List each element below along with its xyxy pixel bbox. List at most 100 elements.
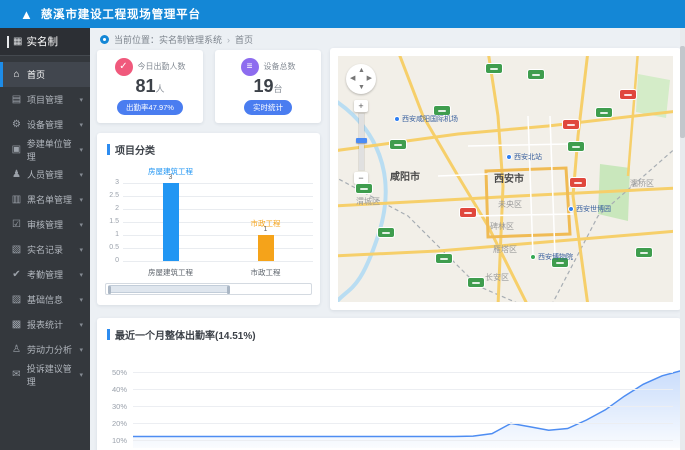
map-zoom-slider-thumb[interactable]	[355, 138, 367, 143]
map-zoom-slider[interactable]	[355, 114, 367, 170]
sidebar-item-complaint[interactable]: ✉ 投诉建议管理 ▾	[0, 362, 90, 387]
chevron-down-icon: ▾	[79, 296, 83, 304]
scrollbar-thumb[interactable]	[680, 46, 685, 138]
sidebar-accent-bar	[7, 35, 9, 48]
bar-chart-title: 项目分类	[115, 146, 155, 157]
audit-icon: ☑	[12, 219, 21, 230]
attendance-icon: ✔	[12, 269, 21, 280]
home-icon: ⌂	[13, 69, 20, 80]
road-shield-green	[378, 228, 394, 237]
stat-badge[interactable]: 实时统计	[244, 100, 292, 116]
poi-marker-icon	[568, 206, 574, 212]
sidebar-item-realname-record[interactable]: ▧ 实名记录 ▾	[0, 237, 90, 262]
page-scrollbar[interactable]	[680, 28, 685, 450]
check-icon: ✓	[114, 57, 133, 76]
map-label-city: 咸阳市	[390, 172, 420, 183]
sidebar-item-personnel[interactable]: ♟ 人员管理 ▾	[0, 162, 90, 187]
personnel-icon: ♟	[12, 169, 21, 180]
road-shield-red	[460, 208, 476, 217]
sidebar-item-attendance[interactable]: ✔ 考勤管理 ▾	[0, 262, 90, 287]
chevron-down-icon: ▾	[79, 96, 83, 104]
chevron-down-icon: ▾	[79, 171, 83, 179]
breadcrumb-separator: ›	[227, 34, 231, 45]
realname-record-icon: ▧	[11, 244, 22, 255]
map-label-district: 雁塔区	[493, 245, 517, 254]
poi-marker-icon	[394, 116, 400, 122]
map-card: ▲ ▼ ◀ ▶ + − 咸阳市 西安市 未央区 碑林区 雁塔区 长安区 灞桥区 渭城区 西安咸阳国际…	[330, 48, 681, 310]
road-shield-green	[436, 254, 452, 263]
sidebar-system-label: 实名制	[26, 36, 58, 48]
breadcrumb-current[interactable]: 首页	[235, 33, 253, 46]
sidebar-item-project[interactable]: ▤ 项目管理 ▾	[0, 87, 90, 112]
stat-card-devices: ≡ 设备总数 19台 实时统计	[215, 50, 321, 123]
dashboard-page: ▲ 慈溪市建设工程现场管理平台 ▦ 实名制 ⌂ 首页 ▤ 项目管理 ▾ ⚙ 设备管理 ▾ ▣ 参建…	[0, 0, 685, 450]
device-icon: ⚙	[12, 119, 21, 130]
road-shield-green	[468, 278, 484, 287]
sidebar-item-home[interactable]: ⌂ 首页	[0, 62, 90, 87]
road-shield-green	[596, 108, 612, 117]
app-logo-icon: ▲	[20, 6, 33, 22]
road-shield-green	[528, 70, 544, 79]
complaint-icon: ✉	[12, 369, 21, 380]
attendance-trend-card: 最近一个月整体出勤率(14.51%) 50% 40% 30% 20% 10%	[97, 318, 681, 450]
sidebar-menu: ⌂ 首页 ▤ 项目管理 ▾ ⚙ 设备管理 ▾ ▣ 参建单位管理 ▾ ♟ 人员管理 ▾ ▥ 黑名单管理 ▾ ☑ 审核管…	[0, 56, 90, 387]
stat-value: 19台	[253, 75, 283, 96]
sidebar-item-device[interactable]: ⚙ 设备管理 ▾	[0, 112, 90, 137]
chevron-down-icon: ▾	[79, 321, 83, 329]
map-poi[interactable]: 西安咸阳国际机场	[394, 114, 458, 124]
chevron-down-icon: ▾	[79, 196, 83, 204]
chevron-down-icon: ▾	[79, 271, 83, 279]
road-shield-green	[568, 142, 584, 151]
map-label-district: 渭城区	[356, 197, 380, 206]
bar-municipal[interactable]	[257, 235, 274, 261]
project-icon: ▤	[11, 94, 22, 105]
map-pan-control[interactable]: ▲ ▼ ◀ ▶	[346, 64, 376, 94]
map-label-district: 灞桥区	[630, 179, 654, 188]
sidebar-item-labor-analysis[interactable]: ♙ 劳动力分析 ▾	[0, 337, 90, 362]
blacklist-icon: ▥	[11, 194, 22, 205]
stat-badge[interactable]: 出勤率47.97%	[117, 100, 183, 116]
road-shield-green	[636, 248, 652, 257]
sidebar-item-blacklist[interactable]: ▥ 黑名单管理 ▾	[0, 187, 90, 212]
poi-marker-icon	[506, 154, 512, 160]
bar-chart-datazoom-slider[interactable]	[105, 283, 312, 295]
map-poi[interactable]: 西安北站	[506, 152, 542, 162]
map-label-city: 西安市	[494, 174, 524, 185]
sidebar-item-basic-info[interactable]: ▨ 基础信息 ▾	[0, 287, 90, 312]
labor-analysis-icon: ♙	[12, 344, 21, 355]
road-shield-red	[563, 120, 579, 129]
chevron-down-icon: ▾	[79, 371, 83, 379]
bar-chart-title-row: 项目分类	[97, 133, 320, 157]
title-accent-bar	[107, 329, 110, 340]
road-shield-green	[356, 184, 372, 193]
map[interactable]: ▲ ▼ ◀ ▶ + − 咸阳市 西安市 未央区 碑林区 雁塔区 长安区 灞桥区 渭城区 西安咸阳国际…	[338, 56, 673, 302]
stat-card-attendance: ✓ 今日出勤人数 81人 出勤率47.97%	[97, 50, 203, 123]
project-category-chart-card: 项目分类 0 0.5 1 1.5 2 2.5 3 房屋建筑工程 3 房屋建筑工程 市政工程 1 市政工程	[97, 133, 320, 305]
datazoom-selected-range[interactable]	[108, 285, 230, 294]
app-title: 慈溪市建设工程现场管理平台	[40, 9, 201, 21]
map-label-district: 碑林区	[490, 222, 514, 231]
map-label-district: 未央区	[498, 200, 522, 209]
map-poi[interactable]: 西安博物院	[530, 252, 573, 262]
grid-icon: ▦	[13, 36, 23, 47]
sidebar-item-audit[interactable]: ☑ 审核管理 ▾	[0, 212, 90, 237]
sidebar-item-unit[interactable]: ▣ 参建单位管理 ▾	[0, 137, 90, 162]
sidebar: ▦ 实名制 ⌂ 首页 ▤ 项目管理 ▾ ⚙ 设备管理 ▾ ▣ 参建单位管理 ▾ ♟ 人员管理 ▾ ▥ 黑名单管…	[0, 28, 90, 450]
map-zoom-in-button[interactable]: +	[354, 100, 368, 112]
map-zoom-control: + −	[353, 100, 369, 184]
title-accent-bar	[107, 144, 110, 155]
breadcrumb-system[interactable]: 实名制管理系统	[159, 33, 222, 46]
map-poi[interactable]: 西安世博园	[568, 204, 611, 214]
sidebar-item-report-stats[interactable]: ▩ 报表统计 ▾	[0, 312, 90, 337]
road-shield-green	[486, 64, 502, 73]
chevron-down-icon: ▾	[79, 121, 83, 129]
stat-value: 81人	[135, 75, 165, 96]
breadcrumb: 当前位置： 实名制管理系统 › 首页	[100, 33, 253, 46]
sidebar-system-header[interactable]: ▦ 实名制	[0, 28, 90, 56]
map-zoom-out-button[interactable]: −	[354, 172, 368, 184]
bar-building[interactable]	[162, 183, 179, 261]
road-shield-red	[620, 90, 636, 99]
location-pin-icon	[100, 35, 109, 44]
stats-row: ✓ 今日出勤人数 81人 出勤率47.97% ≡ 设备总数 19台 实时统计	[97, 50, 321, 123]
chevron-down-icon: ▾	[79, 246, 83, 254]
